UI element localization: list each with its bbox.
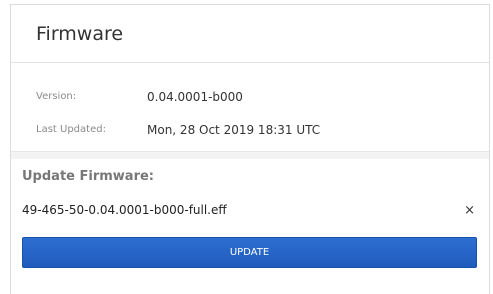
update-firmware-heading: Update Firmware:: [22, 169, 154, 184]
last-updated-value: Mon, 28 Oct 2019 18:31 UTC: [147, 122, 321, 137]
last-updated-label: Last Updated:: [36, 124, 106, 135]
selected-file-name: 49-465-50-0.04.0001-b000-full.eff: [22, 203, 227, 217]
version-label: Version:: [36, 91, 77, 102]
close-icon[interactable]: ×: [464, 203, 477, 218]
version-row: Version: 0.04.0001-b000: [11, 80, 489, 113]
update-firmware-section: Update Firmware: 49-465-50-0.04.0001-b00…: [11, 167, 489, 268]
version-value: 0.04.0001-b000: [147, 89, 243, 104]
update-button[interactable]: UPDATE: [22, 237, 477, 268]
page-title: Firmware: [36, 22, 124, 45]
selected-file-row: 49-465-50-0.04.0001-b000-full.eff ×: [22, 200, 477, 220]
firmware-panel: Firmware Version: 0.04.0001-b000 Last Up…: [10, 4, 490, 294]
section-divider: [11, 151, 489, 159]
last-updated-row: Last Updated: Mon, 28 Oct 2019 18:31 UTC: [11, 113, 489, 146]
panel-header: Firmware: [11, 5, 489, 63]
firmware-info: Version: 0.04.0001-b000 Last Updated: Mo…: [11, 63, 489, 151]
